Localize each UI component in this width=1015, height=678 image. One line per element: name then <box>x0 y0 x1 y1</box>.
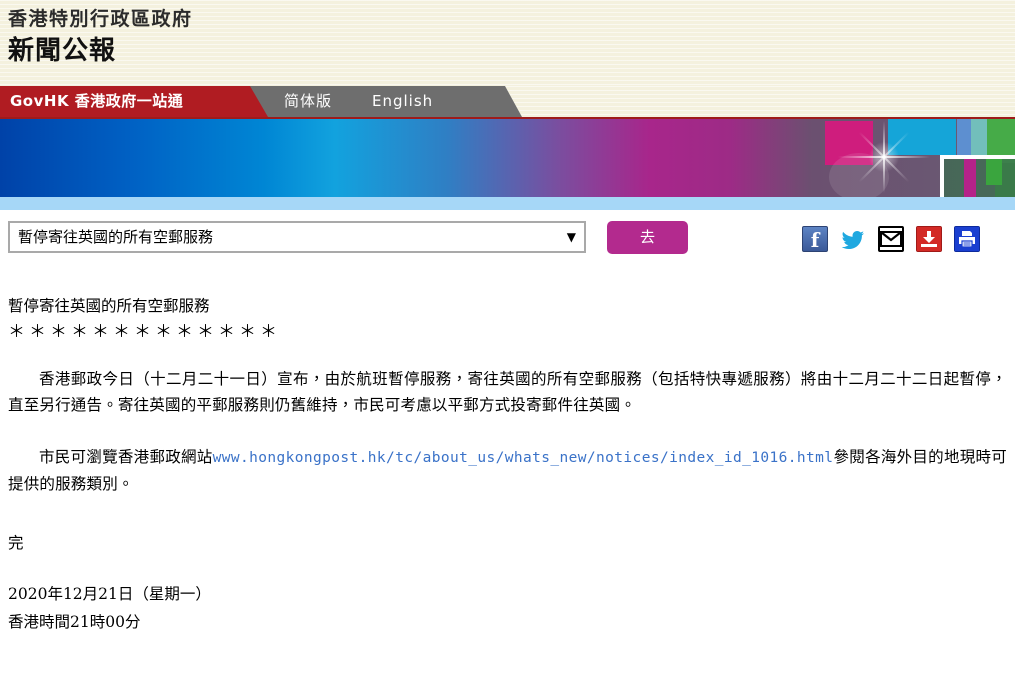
banner-underline-strip <box>0 197 1015 210</box>
nav-link-simplified-chinese[interactable]: 简体版 <box>284 86 332 117</box>
article-headline: 暫停寄往英國的所有空郵服務 <box>8 297 210 315</box>
article-star-divider: ＊＊＊＊＊＊＊＊＊＊＊＊＊ <box>8 322 281 342</box>
banner-frame-green-bar <box>986 159 1002 185</box>
organisation-name: 香港特別行政區政府 <box>8 8 193 30</box>
go-button[interactable]: 去 <box>607 221 688 254</box>
nav-link-english[interactable]: English <box>372 86 433 117</box>
site-banner <box>0 119 1015 197</box>
download-icon[interactable] <box>916 226 942 252</box>
facebook-glyph: f <box>810 228 820 252</box>
chevron-down-icon: ▼ <box>566 230 576 244</box>
controls-row: 暫停寄往英國的所有空郵服務 ▼ 去 f <box>0 210 1015 267</box>
facebook-icon[interactable]: f <box>802 226 828 252</box>
hongkongpost-url-link[interactable]: www.hongkongpost.hk/tc/about_us/whats_ne… <box>213 450 834 466</box>
banner-frame-magenta-bar <box>964 159 976 197</box>
email-icon[interactable] <box>878 226 904 252</box>
banner-cyan-block <box>888 119 956 155</box>
article-paragraph-1: 香港郵政今日（十二月二十一日）宣布，由於航班暫停服務，寄往英國的所有空郵服務（包… <box>8 370 1007 414</box>
topic-select[interactable]: 暫停寄往英國的所有空郵服務 ▼ <box>8 221 586 253</box>
article-end-mark: 完 <box>8 534 24 552</box>
social-share-row: f <box>802 226 980 252</box>
article-time: 香港時間21時00分 <box>8 613 141 631</box>
top-navigation-bar: GovHK 香港政府一站通 简体版 English <box>0 86 1015 119</box>
site-header: 香港特別行政區政府 新聞公報 <box>0 0 1015 86</box>
print-icon[interactable] <box>954 226 980 252</box>
article-paragraph-2: 市民可瀏覽香港郵政網站www.hongkongpost.hk/tc/about_… <box>8 444 1007 497</box>
banner-teal-strip <box>971 119 987 155</box>
publication-title: 新聞公報 <box>8 36 117 66</box>
twitter-icon[interactable] <box>840 226 866 252</box>
topic-select-value: 暫停寄往英國的所有空郵服務 <box>18 228 214 246</box>
article-body: 暫停寄往英國的所有空郵服務 ＊＊＊＊＊＊＊＊＊＊＊＊＊ 香港郵政今日（十二月二十… <box>0 294 1015 635</box>
nav-link-govhk[interactable]: GovHK 香港政府一站通 <box>10 86 183 117</box>
banner-blue-strip <box>957 119 971 155</box>
banner-ellipse-highlight <box>829 153 889 197</box>
paragraph-2-text-before: 市民可瀏覽香港郵政網站 <box>39 448 213 466</box>
article-date: 2020年12月21日（星期一） <box>8 585 211 603</box>
banner-white-frame <box>940 155 1015 197</box>
